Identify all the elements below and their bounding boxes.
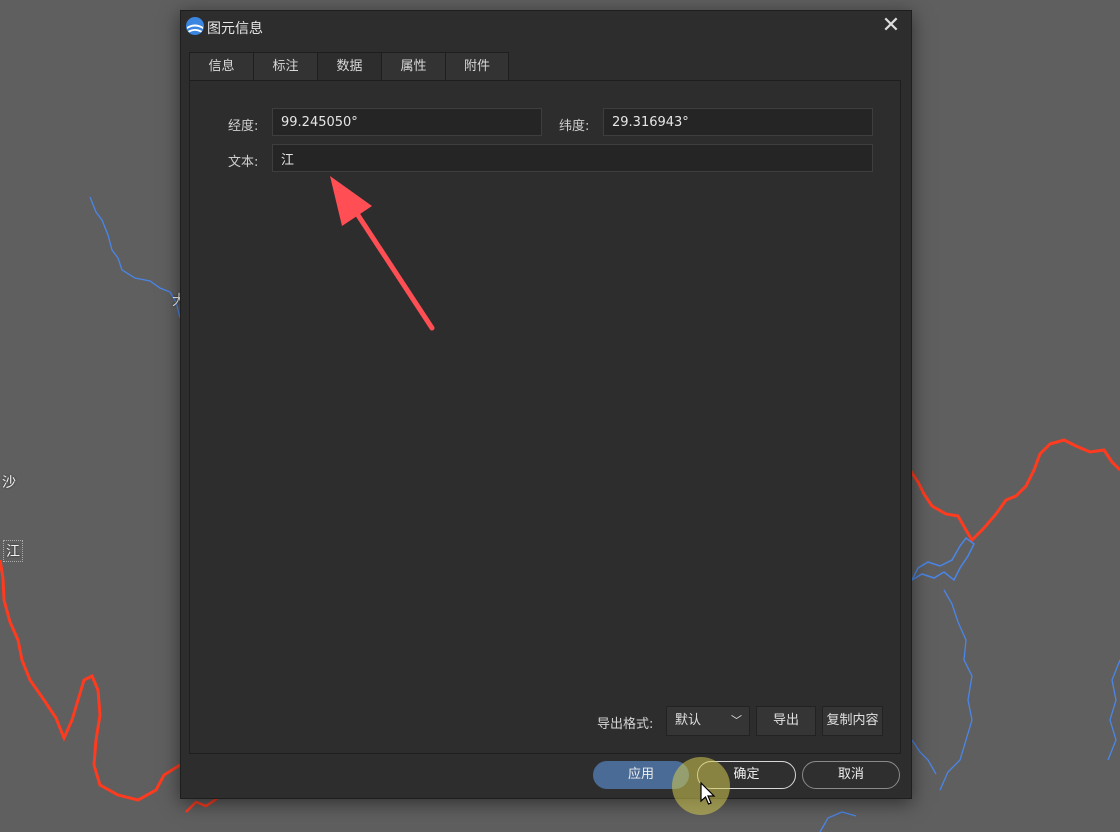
tab-info[interactable]: 信息: [189, 52, 253, 81]
tab-annotation[interactable]: 标注: [253, 52, 317, 81]
map-label-selected[interactable]: 江: [3, 540, 23, 562]
latitude-label: 纬度:: [559, 119, 590, 134]
close-icon: ✕: [881, 13, 901, 38]
boundary-line: [0, 559, 181, 802]
longitude-input[interactable]: [272, 108, 542, 136]
river-line: [819, 811, 857, 832]
dialog-titlebar[interactable]: 图元信息 ✕: [181, 11, 911, 43]
cancel-button[interactable]: 取消: [802, 761, 900, 789]
copy-content-button[interactable]: 复制内容: [822, 706, 883, 736]
longitude-label: 经度:: [228, 119, 259, 134]
dialog-title: 图元信息: [207, 21, 263, 37]
mouse-cursor-icon: [700, 782, 716, 805]
tab-attachments[interactable]: 附件: [445, 52, 509, 81]
boundary-line: [185, 796, 219, 813]
text-input[interactable]: [272, 144, 873, 172]
tab-attributes[interactable]: 属性: [381, 52, 445, 81]
export-format-label: 导出格式:: [597, 717, 654, 732]
river-line: [89, 196, 181, 319]
close-button[interactable]: ✕: [877, 13, 905, 41]
data-panel: 经度: 纬度: 文本: 导出格式: 默认 ﹀ 导出 复制内容: [189, 80, 901, 754]
text-label: 文本:: [228, 155, 259, 170]
boundary-line: [908, 438, 1120, 543]
river-line: [911, 739, 937, 775]
export-format-select[interactable]: 默认 ﹀: [666, 706, 750, 736]
river-line: [910, 536, 975, 582]
map-label[interactable]: 沙: [2, 472, 16, 492]
chevron-down-icon: ﹀: [731, 714, 742, 727]
export-button[interactable]: 导出: [756, 706, 816, 736]
app-logo-icon: [186, 17, 204, 35]
latitude-input[interactable]: [603, 108, 873, 136]
tab-bar: 信息 标注 数据 属性 附件: [189, 52, 509, 81]
tab-data[interactable]: 数据: [317, 52, 381, 81]
feature-info-dialog: 图元信息 ✕ 信息 标注 数据 属性 附件 经度: 纬度: 文本: 导出格式: …: [180, 10, 912, 799]
export-format-value: 默认: [675, 713, 702, 728]
river-line: [939, 589, 973, 791]
river-line: [1107, 659, 1120, 761]
